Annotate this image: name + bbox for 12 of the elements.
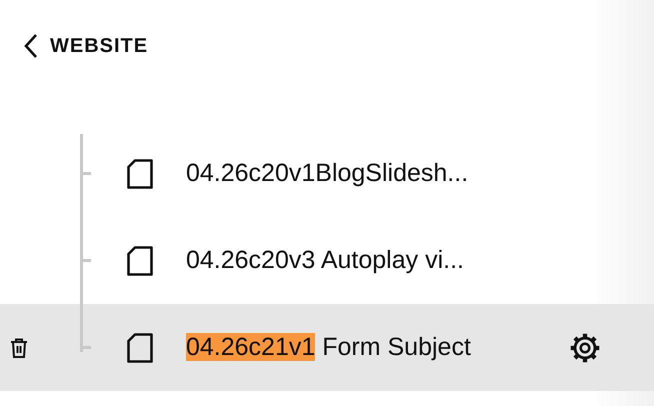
page-title: 04.26c20v1BlogSlidesh...	[186, 159, 470, 188]
page-title: 04.26c21v1 Form Subject	[186, 333, 472, 362]
page-row[interactable]: 04.26c20v1BlogSlidesh...	[0, 130, 654, 217]
back-button[interactable]: WEBSITE	[24, 33, 148, 59]
page-title: 04.26c20v3 Autoplay vi...	[186, 246, 465, 275]
chevron-left-icon	[24, 33, 38, 59]
page-row[interactable]: 04.26c20v3 Autoplay vi...	[0, 217, 654, 304]
document-icon	[127, 332, 153, 362]
trash-icon[interactable]	[10, 338, 28, 358]
page-row[interactable]: 04.26c21v1 Form Subject	[0, 304, 654, 391]
document-icon	[127, 158, 153, 188]
document-icon	[127, 246, 153, 276]
